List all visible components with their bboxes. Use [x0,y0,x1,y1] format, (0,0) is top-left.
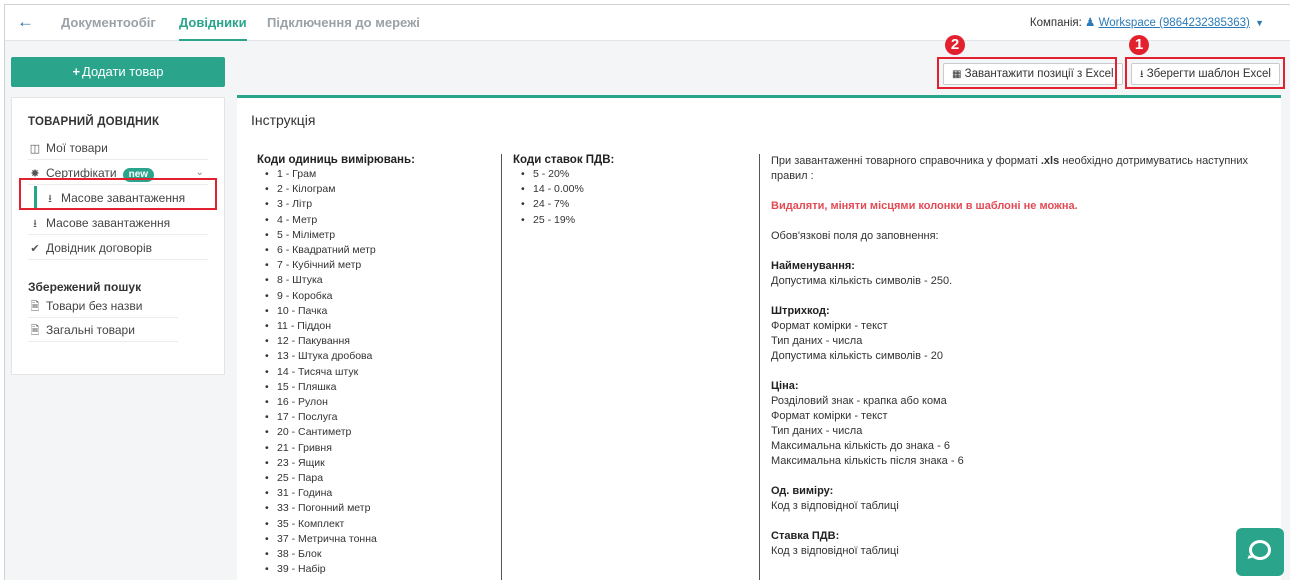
download-icon: ⭳ [33,218,37,230]
unit-code-item: 37 - Метрична тонна [257,532,497,547]
vat-column: Коди ставок ПДВ: 5 - 20%14 - 0.00%24 - 7… [513,154,753,228]
unit-code-item: 17 - Послуга [257,410,497,425]
vat-code-item: 14 - 0.00% [513,182,753,197]
arrow-left-icon[interactable]: ← [17,13,34,31]
rule-line: Код з відповідної таблиці [771,545,899,557]
rule-line: Формат комірки - текст [771,410,888,422]
vat-code-item: 25 - 19% [513,213,753,228]
chat-button[interactable] [1236,528,1284,576]
unit-code-item: 38 - Блок [257,547,497,562]
vat-title: Коди ставок ПДВ: [513,154,615,166]
tab-document-flow[interactable]: Документообіг [61,5,156,41]
unit-code-item: 14 - Тисяча штук [257,365,497,380]
required-fields-text: Обов'язкові поля до заповнення: [771,230,939,242]
price-rule-lines: Розділовий знак - крапка або кома Формат … [771,394,1271,469]
units-column: Коди одиниць вимірювань: 1 - Грам2 - Кіл… [257,154,497,580]
panel-title: Інструкція [251,112,316,128]
saved-item-general-products[interactable]: 🗎 Загальні товари [28,318,178,342]
unit-code-item: 31 - Година [257,486,497,501]
barcode-rule-title: Штрихкод: [771,305,830,317]
sidebar-item-contracts[interactable]: ✔ Довідник договорів [28,236,208,260]
vat-rate-rule-title: Ставка ПДВ: [771,530,840,542]
unit-code-item: 35 - Комплект [257,517,497,532]
step-badge-1: 1 [1129,35,1149,55]
units-title: Коди одиниць вимірювань: [257,154,415,166]
unit-code-item: 12 - Пакування [257,334,497,349]
rule-line: Максимальна кількість після знака - 6 [771,455,964,467]
unit-code-item: 11 - Піддон [257,319,497,334]
unit-code-item: 39 - Набір [257,562,497,577]
chat-bubble-tail [1247,555,1255,561]
unit-code-item: 3 - Літр [257,197,497,212]
price-rule-title: Ціна: [771,380,799,392]
instruction-panel: Інструкція Коди одиниць вимірювань: 1 - … [237,95,1281,580]
rule-line: Допустима кількість символів - 20 [771,350,943,362]
vat-rate-rule-lines: Код з відповідної таблиці [771,544,1271,559]
add-product-button[interactable]: + Додати товар [11,57,225,87]
unit-code-item: 20 - Сантиметр [257,425,497,440]
name-rule-lines: Допустима кількість символів - 250. [771,274,1271,289]
plus-icon: + [72,64,81,79]
divider [759,154,760,580]
saved-item-unnamed-products[interactable]: 🗎 Товари без назви [28,294,178,318]
unit-code-item: 7 - Кубічний метр [257,258,497,273]
unit-code-item: 8 - Штука [257,273,497,288]
sidebar: ТОВАРНИЙ ДОВІДНИК ◫ Мої товари ✸ Сертифіка… [11,97,225,375]
unit-code-item: 2 - Кілограм [257,182,497,197]
unit-code-item: 5 - Міліметр [257,228,497,243]
rules-column: При завантаженні товарного справочника у… [771,154,1271,559]
saved-search-title: Збережений пошук [28,280,142,294]
vat-code-item: 5 - 20% [513,167,753,182]
units-list: 1 - Грам2 - Кілограм3 - Літр4 - Метр5 - … [257,167,497,580]
caret-down-icon[interactable]: ▼ [1255,18,1264,28]
tab-directories[interactable]: Довідники [179,5,247,41]
rule-line: Формат комірки - текст [771,320,888,332]
highlight-box-sidebar [19,178,217,210]
check-icon: ✔ [30,243,40,255]
divider [501,154,502,580]
highlight-box-save [1125,57,1285,89]
unit-code-item: 10 - Пачка [257,304,497,319]
vat-list: 5 - 20%14 - 0.00%24 - 7%25 - 19% [513,167,753,228]
company-name[interactable]: Workspace (9864232385363) [1099,17,1250,29]
unit-code-item: 15 - Пляшка [257,380,497,395]
sidebar-item-my-products[interactable]: ◫ Мої товари [28,136,208,160]
barcode-rule-lines: Формат комірки - текст Тип даних - числа Д… [771,319,1271,364]
unit-code-item: 13 - Штука дробова [257,349,497,364]
step-badge-2: 2 [945,35,965,55]
rule-line: Максимальна кількість до знака - 6 [771,440,950,452]
rule-line: Допустима кількість символів - 250. [771,275,953,287]
unit-rule-title: Од. виміру: [771,485,834,497]
rule-line: Тип даних - числа [771,335,863,347]
unit-code-item: 6 - Квадратний метр [257,243,497,258]
rule-line: Розділовий знак - крапка або кома [771,395,947,407]
unit-code-item: 25 - Пара [257,471,497,486]
file-icon: 🗎 [30,301,40,313]
tab-network-connection[interactable]: Підключення до мережі [267,5,420,41]
unit-code-item: 33 - Погонний метр [257,501,497,516]
unit-code-item: 9 - Коробка [257,289,497,304]
user-icon: ♟ [1085,17,1096,29]
intro-text: При завантаженні товарного справочника у… [771,155,1249,182]
sidebar-title: ТОВАРНИЙ ДОВІДНИК [28,116,160,128]
company-selector[interactable]: Компанія: ♟ Workspace (9864232385363) ▼ [1030,5,1264,41]
vat-code-item: 24 - 7% [513,197,753,212]
app-window: ← Документообіг Довідники Підключення до… [4,4,1290,580]
sidebar-item-bulk-upload[interactable]: ⭳ Масове завантаження [28,211,208,235]
unit-code-item: 16 - Рулон [257,395,497,410]
name-rule-title: Найменування: [771,260,855,272]
company-label: Компанія: [1029,17,1082,29]
file-icon: 🗎 [30,325,40,337]
unit-code-item: 4 - Метр [257,213,497,228]
unit-rule-lines: Код з відповідної таблиці [771,499,1271,514]
box-icon: ◫ [29,143,41,155]
unit-code-item: 21 - Гривня [257,441,497,456]
rule-line: Код з відповідної таблиці [771,500,899,512]
rule-line: Тип даних - числа [771,425,863,437]
top-nav: ← Документообіг Довідники Підключення до… [5,5,1290,41]
unit-code-item: 23 - Ящик [257,456,497,471]
warning-text: Видаляти, міняти місцями колонки в шабло… [771,200,1078,212]
unit-code-item: 1 - Грам [257,167,497,182]
highlight-box-download [937,57,1117,89]
